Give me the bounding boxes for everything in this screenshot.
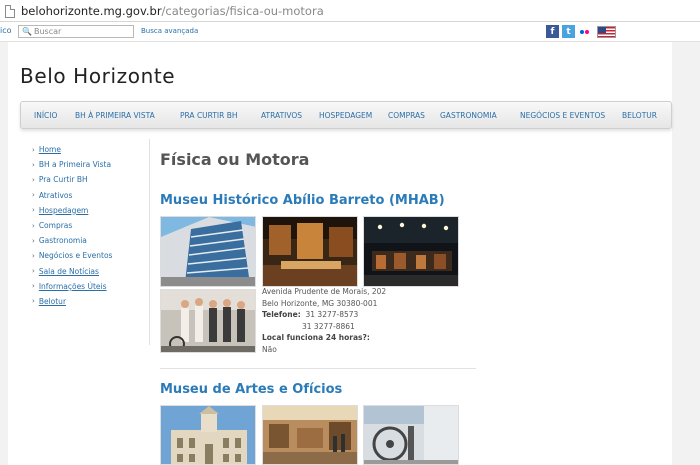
sidebar-item-compras[interactable]: › Compras xyxy=(32,218,149,233)
nav-bh-primeira-vista[interactable]: BH À PRIMEIRA VISTA xyxy=(75,111,155,120)
page-container: Belo Horizonte INÍCIO BH À PRIMEIRA VIST… xyxy=(8,42,672,465)
twitter-icon[interactable]: t xyxy=(562,25,575,38)
nav-atrativos[interactable]: ATRATIVOS xyxy=(261,111,302,120)
social-links: f t xyxy=(546,25,616,38)
section-divider xyxy=(160,368,476,369)
search-icon: 🔍 xyxy=(22,27,32,36)
nav-inicio[interactable]: INÍCIO xyxy=(34,111,57,120)
arrow-right-icon: › xyxy=(32,221,35,230)
sidebar-item-bh-primeira-vista[interactable]: › BH a Primeira Vista xyxy=(32,157,149,172)
nav-gastronomia[interactable]: GASTRONOMIA xyxy=(440,111,497,120)
search-box[interactable]: 🔍 xyxy=(18,25,134,38)
museum-photo-gallery[interactable] xyxy=(262,405,358,465)
museum-title[interactable]: Museu de Artes e Ofícios xyxy=(160,382,342,397)
arrow-right-icon: › xyxy=(32,282,35,291)
url-host[interactable]: belohorizonte.mg.gov.br xyxy=(21,4,162,18)
museum-photo-visitors[interactable] xyxy=(160,289,256,353)
phone-number[interactable]: 31 3277-8861 xyxy=(302,322,355,331)
arrow-right-icon: › xyxy=(32,175,35,184)
nav-belotur[interactable]: BELOTUR xyxy=(622,111,657,120)
flickr-icon[interactable] xyxy=(578,25,590,38)
sidebar-item-belotur[interactable]: › Belotur xyxy=(32,294,149,309)
top-utility-bar: ico 🔍 Busca avançada f t xyxy=(0,22,700,42)
arrow-right-icon: › xyxy=(32,145,35,154)
main-nav: INÍCIO BH À PRIMEIRA VISTA PRA CURTIR BH… xyxy=(20,101,672,129)
page-icon xyxy=(5,4,15,18)
search-input[interactable] xyxy=(33,27,129,36)
museum-photo-building[interactable] xyxy=(160,216,256,287)
browser-url-bar[interactable]: belohorizonte.mg.gov.br /categorias/fisi… xyxy=(0,0,700,22)
museum-address: Avenida Prudente de Morais, 202 Belo Hor… xyxy=(262,287,387,354)
sidebar-item-atrativos[interactable]: › Atrativos xyxy=(32,188,149,203)
museum-photo-machinery[interactable] xyxy=(363,405,459,465)
sidebar-item-negocios-eventos[interactable]: › Negócios e Eventos xyxy=(32,248,149,263)
arrow-right-icon: › xyxy=(32,160,35,169)
page-title: Física ou Motora xyxy=(160,150,310,169)
museum-photo-interior[interactable] xyxy=(262,216,358,287)
phone-number[interactable]: 31 3277-8573 xyxy=(306,310,359,319)
sidebar-item-home[interactable]: › Home xyxy=(32,142,149,157)
arrow-right-icon: › xyxy=(32,297,35,306)
arrow-right-icon: › xyxy=(32,251,35,260)
arrow-right-icon: › xyxy=(32,191,35,200)
museum-photo-facade[interactable] xyxy=(160,405,256,465)
museum-photo-exhibit-night[interactable] xyxy=(363,216,459,287)
sidebar-item-gastronomia[interactable]: › Gastronomia xyxy=(32,233,149,248)
english-flag-icon[interactable] xyxy=(597,25,616,38)
sidebar-menu: › Home › BH a Primeira Vista › Pra Curtir B… xyxy=(32,139,150,345)
url-path[interactable]: /categorias/fisica-ou-motora xyxy=(162,4,324,18)
sidebar-item-hospedagem[interactable]: › Hospedagem xyxy=(32,203,149,218)
arrow-right-icon: › xyxy=(32,236,35,245)
museum-title[interactable]: Museu Histórico Abílio Barreto (MHAB) xyxy=(160,193,445,208)
arrow-right-icon: › xyxy=(32,206,35,215)
sidebar-item-pra-curtir-bh[interactable]: › Pra Curtir BH xyxy=(32,172,149,187)
nav-compras[interactable]: COMPRAS xyxy=(388,111,425,120)
truncated-link[interactable]: ico xyxy=(0,26,12,35)
arrow-right-icon: › xyxy=(32,267,35,276)
sidebar-item-informacoes-uteis[interactable]: › Informações Úteis xyxy=(32,279,149,294)
advanced-search-link[interactable]: Busca avançada xyxy=(141,27,198,35)
facebook-icon[interactable]: f xyxy=(546,25,559,38)
nav-pra-curtir-bh[interactable]: PRA CURTIR BH xyxy=(180,111,238,120)
nav-negocios-eventos[interactable]: NEGÓCIOS E EVENTOS xyxy=(520,111,605,120)
nav-hospedagem[interactable]: HOSPEDAGEM xyxy=(319,111,372,120)
site-title[interactable]: Belo Horizonte xyxy=(20,64,175,88)
sidebar-item-sala-noticias[interactable]: › Sala de Notícias xyxy=(32,264,149,279)
